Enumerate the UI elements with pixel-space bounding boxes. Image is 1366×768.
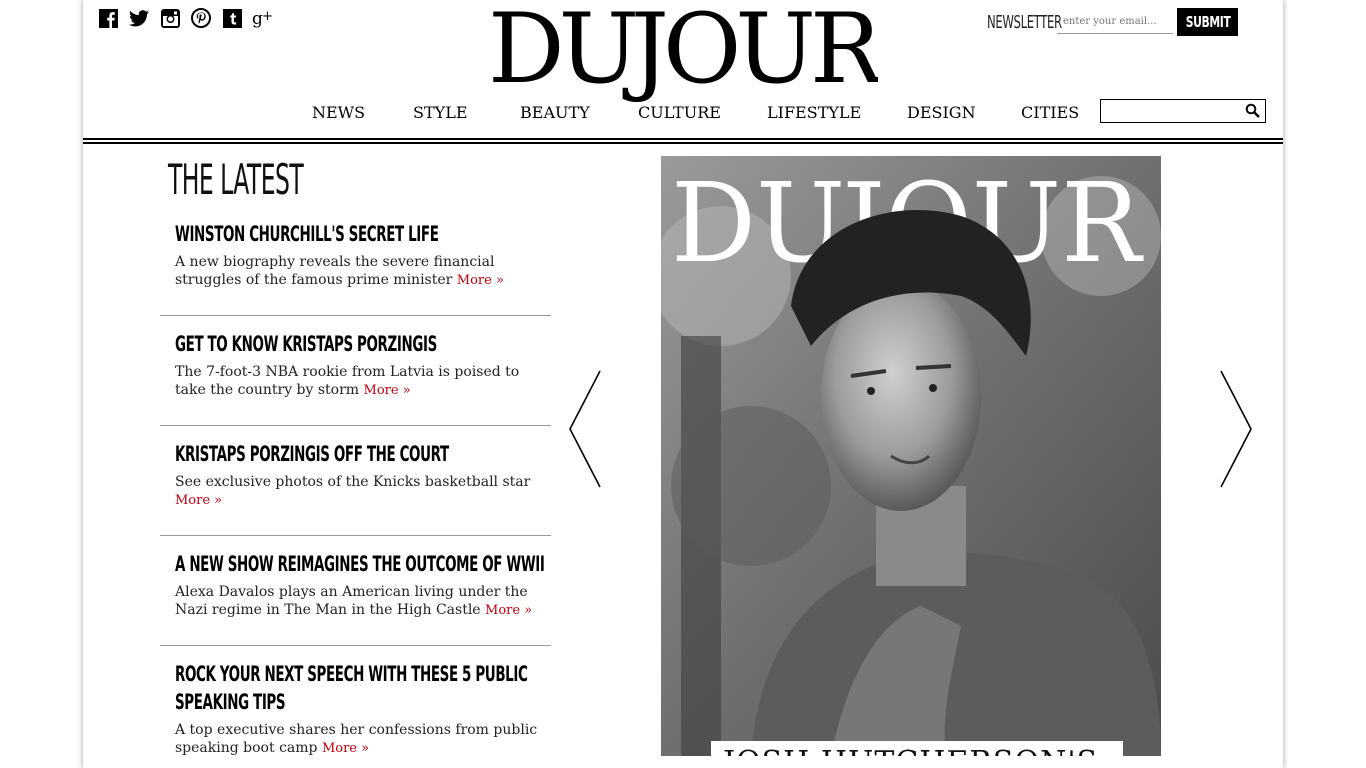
article-title[interactable]: WINSTON CHURCHILL'S SECRET LIFE xyxy=(175,220,439,248)
article-title[interactable]: GET TO KNOW KRISTAPS PORZINGIS xyxy=(175,330,437,358)
newsletter-email-input[interactable] xyxy=(1057,10,1173,34)
header-rule-bottom xyxy=(83,142,1283,144)
tumblr-icon[interactable] xyxy=(221,8,243,28)
nav-news[interactable]: NEWS xyxy=(312,103,365,122)
article-title-line2[interactable]: SPEAKING TIPS xyxy=(175,688,286,716)
nav-beauty[interactable]: BEAUTY xyxy=(520,103,590,122)
article-divider xyxy=(160,645,551,646)
more-link[interactable]: More » xyxy=(457,273,504,288)
pinterest-icon[interactable] xyxy=(190,8,212,28)
article-desc-text: Alexa Davalos plays an American living u… xyxy=(175,584,528,618)
latest-heading: THE LATEST xyxy=(168,155,304,204)
article-title[interactable]: ROCK YOUR NEXT SPEECH WITH THESE 5 PUBLI… xyxy=(175,660,528,688)
logo-text: DUJOUR xyxy=(488,0,878,104)
more-link[interactable]: More » xyxy=(485,603,532,618)
article-desc-text: A new biography reveals the severe finan… xyxy=(175,254,495,288)
instagram-icon[interactable] xyxy=(159,8,181,28)
newsletter-label: NEWSLETTER xyxy=(987,11,1062,33)
more-link[interactable]: More » xyxy=(322,741,369,756)
newsletter-submit-label: SUBMIT xyxy=(1185,13,1231,31)
search-icon[interactable] xyxy=(1245,103,1260,122)
carousel-next-arrow-icon[interactable] xyxy=(1219,370,1253,492)
article-desc: A new biography reveals the severe finan… xyxy=(175,253,550,290)
facebook-icon[interactable] xyxy=(97,8,119,28)
nav-design[interactable]: DESIGN xyxy=(907,103,976,122)
nav-cities[interactable]: CITIES xyxy=(1021,103,1079,122)
nav-culture[interactable]: CULTURE xyxy=(638,103,721,122)
carousel-prev-arrow-icon[interactable] xyxy=(568,370,602,492)
article-desc: A top executive shares her confessions f… xyxy=(175,721,550,758)
svg-text:+: + xyxy=(262,9,273,24)
more-link[interactable]: More » xyxy=(175,493,222,508)
article-divider xyxy=(160,425,551,426)
nav-style[interactable]: STYLE xyxy=(413,103,468,122)
article-desc-text: See exclusive photos of the Knicks baske… xyxy=(175,474,531,490)
search-input[interactable] xyxy=(1101,100,1249,122)
article-title[interactable]: A NEW SHOW REIMAGINES THE OUTCOME OF WWI… xyxy=(175,550,545,578)
article-desc: The 7-foot-3 NBA rookie from Latvia is p… xyxy=(175,363,550,400)
header-rule-top xyxy=(83,138,1283,140)
page-container: g+ DUJOUR NEWSLETTER SUBMIT NEWS STYLE B… xyxy=(83,0,1283,768)
site-logo[interactable]: DUJOUR xyxy=(488,0,878,104)
article-divider xyxy=(160,315,551,316)
newsletter-signup: NEWSLETTER SUBMIT xyxy=(987,8,1238,36)
feature-caption[interactable]: JOSH HUTCHERSON'S xyxy=(711,741,1123,756)
more-link[interactable]: More » xyxy=(364,383,411,398)
search-box xyxy=(1100,99,1266,123)
article-desc: See exclusive photos of the Knicks baske… xyxy=(175,473,550,510)
article-title[interactable]: KRISTAPS PORZINGIS OFF THE COURT xyxy=(175,440,449,468)
article-desc-text: The 7-foot-3 NBA rookie from Latvia is p… xyxy=(175,364,520,398)
social-links: g + xyxy=(97,8,274,28)
twitter-icon[interactable] xyxy=(128,8,150,28)
googleplus-icon[interactable]: g + xyxy=(252,8,274,28)
article-divider xyxy=(160,535,551,536)
article-desc: Alexa Davalos plays an American living u… xyxy=(175,583,550,620)
newsletter-submit-button[interactable]: SUBMIT xyxy=(1177,8,1238,36)
nav-lifestyle[interactable]: LIFESTYLE xyxy=(767,103,861,122)
feature-cover-image[interactable]: DUJOUR JOSH HUTCHERSON'S xyxy=(661,156,1161,756)
